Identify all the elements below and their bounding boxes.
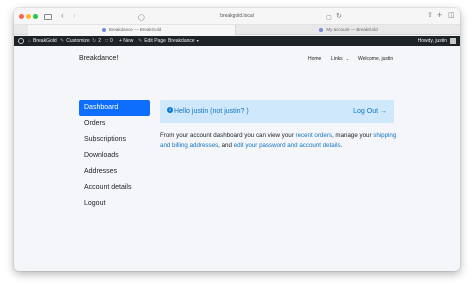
admin-bar-updates[interactable]: ↻ 2 <box>92 36 101 46</box>
favicon-icon <box>101 27 106 32</box>
admin-bar-edit-page[interactable]: ✎ Edit Page <box>138 36 166 46</box>
hello-message[interactable]: Hello justin (not justin? ) <box>174 107 249 116</box>
comments-count: 0 <box>110 38 113 44</box>
account-nav-account-details[interactable]: Account details <box>79 180 150 196</box>
account-nav-logout[interactable]: Logout <box>79 196 150 212</box>
nav-links-label: Links <box>331 56 343 62</box>
dashboard-intro: From your account dashboard you can view… <box>160 131 400 151</box>
home-icon: ⌂ <box>28 38 32 44</box>
intro-text: From your account dashboard you can view… <box>160 132 296 139</box>
chevron-down-icon: ▾ <box>196 38 199 43</box>
account-nav-dashboard[interactable]: Dashboard <box>79 100 150 116</box>
howdy-label: Howdy, justin <box>417 38 447 44</box>
tab-label: Breakdance — BreakGold <box>108 27 162 32</box>
comment-icon: □ <box>105 38 109 44</box>
reader-icon[interactable]: ▢ <box>326 13 332 23</box>
admin-bar-new[interactable]: + New <box>119 36 133 46</box>
account-nav-addresses[interactable]: Addresses <box>79 164 150 180</box>
admin-bar-site[interactable]: ⌂ BreakGold <box>28 36 57 46</box>
account-nav-downloads[interactable]: Downloads <box>79 148 150 164</box>
favicon-icon <box>319 27 324 32</box>
intro-text: , manage your <box>331 132 374 139</box>
intro-text: , and <box>218 142 234 149</box>
updates-icon: ↻ <box>92 38 97 44</box>
admin-bar-breakdance[interactable]: Breakdance ▾ <box>168 36 199 46</box>
recent-orders-link[interactable]: recent orders <box>296 132 332 139</box>
nav-links[interactable]: Links ⌄ <box>331 56 349 62</box>
site-name: BreakGold <box>33 38 57 44</box>
back-icon[interactable]: ‹ <box>61 11 64 21</box>
share-icon[interactable]: ⇧ <box>427 11 433 21</box>
refresh-icon[interactable]: ↻ <box>336 12 342 22</box>
account-details-link[interactable]: edit your password and account details <box>234 142 341 149</box>
browser-window: ‹ › ◯ breakgold.local ▢ ↻ ⇧ + ◫ Breakdan… <box>14 8 460 271</box>
tab-my-account[interactable]: My account — BreakGold <box>237 25 460 35</box>
avatar <box>450 37 456 44</box>
brush-icon: ✎ <box>60 38 65 44</box>
intro-text: . <box>340 142 343 149</box>
account-navigation: Dashboard Orders Subscriptions Downloads… <box>79 100 150 212</box>
updates-count: 2 <box>98 38 101 44</box>
zoom-window-button[interactable] <box>33 14 38 19</box>
tab-breakdance[interactable]: Breakdance — BreakGold <box>28 25 236 35</box>
admin-bar-customize[interactable]: ✎ Customize <box>60 36 90 46</box>
account-nav-orders[interactable]: Orders <box>79 116 150 132</box>
admin-bar-account[interactable]: Howdy, justin <box>418 36 456 46</box>
customize-label: Customize <box>66 38 90 44</box>
tab-bar: Breakdance — BreakGold My account — Brea… <box>14 25 460 35</box>
breakdance-label: Breakdance <box>168 38 195 44</box>
nav-welcome[interactable]: Welcome, justin <box>358 56 393 62</box>
privacy-shield-icon[interactable]: ◯ <box>138 13 145 23</box>
pencil-icon: ✎ <box>138 38 143 44</box>
new-tab-icon[interactable]: + <box>437 10 442 20</box>
forward-icon[interactable]: › <box>73 11 76 21</box>
admin-bar-comments[interactable]: □ 0 <box>105 36 113 46</box>
info-icon: i <box>167 107 173 113</box>
chevron-down-icon: ⌄ <box>345 56 350 61</box>
browser-toolbar: ‹ › ◯ breakgold.local ▢ ↻ ⇧ + ◫ <box>14 8 460 25</box>
wp-admin-bar: ⌂ BreakGold ✎ Customize ↻ 2 □ 0 + New ✎ Edit … <box>14 36 460 46</box>
sidebar-toggle-icon[interactable] <box>44 14 52 20</box>
close-window-button[interactable] <box>19 14 24 19</box>
info-notice: i Hello justin (not justin? ) Log Out → <box>160 100 394 123</box>
tab-overview-icon[interactable]: ◫ <box>448 11 455 21</box>
edit-page-label: Edit Page <box>144 38 166 44</box>
site-title[interactable]: Breakdance! <box>79 55 118 62</box>
logout-link[interactable]: Log Out → <box>353 107 387 116</box>
minimize-window-button[interactable] <box>26 14 31 19</box>
nav-home[interactable]: Home <box>308 56 321 62</box>
wordpress-logo-icon[interactable] <box>18 38 24 44</box>
tab-label: My account — BreakGold <box>326 27 378 32</box>
address-bar[interactable]: breakgold.local <box>194 12 280 20</box>
account-nav-subscriptions[interactable]: Subscriptions <box>79 132 150 148</box>
